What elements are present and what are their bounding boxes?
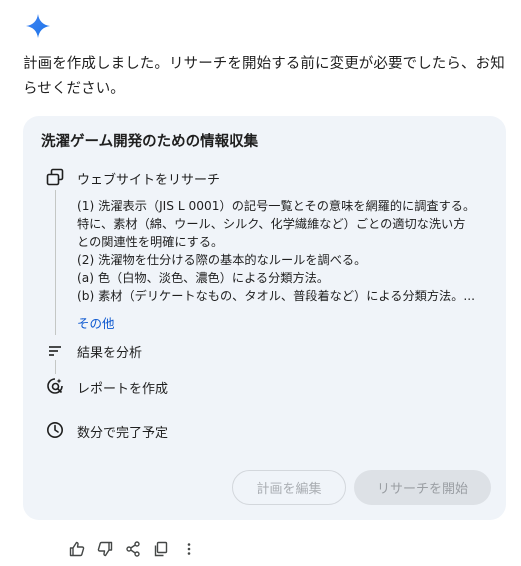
intro-line-2: らせください。 [23,81,125,97]
response-actions [67,538,207,560]
description-line: (1) 洗濯表示（JIS L 0001）の記号一覧とその意味を網羅的に調査する。 [77,199,476,213]
research-description: (1) 洗濯表示（JIS L 0001）の記号一覧とその意味を網羅的に調査する。… [77,197,492,305]
eta-label: 数分で完了予定 [77,426,169,441]
step-connector-line [55,190,56,335]
description-line: との関連性を明確にする。 [77,235,224,249]
assistant-message: 計画を作成しました。リサーチを開始する前に変更が必要でしたら、お知 らせください… [23,52,508,102]
copy-icon[interactable] [151,539,171,559]
description-line: 特に、素材（綿、ウール、シルク、化学繊維など）ごとの適切な洗い方 [77,217,466,231]
step-analyze-results: 結果を分析 [77,346,143,361]
step-connector-line [55,360,56,374]
create-report-icon [45,376,65,396]
description-line: (a) 色（白物、淡色、濃色）による分類方法。 [77,271,330,285]
research-plan-card: 洗濯ゲーム開発のための情報収集 ウェブサイトをリサーチ (1) 洗濯表示（JIS… [23,116,506,520]
description-line: (b) 素材（デリケートなもの、タオル、普段着など）による分類方法。... [77,289,476,303]
start-research-button[interactable]: リサーチを開始 [354,470,491,505]
show-more-link[interactable]: その他 [77,313,115,332]
clock-icon [45,420,65,440]
intro-line-1: 計画を作成しました。リサーチを開始する前に変更が必要でしたら、お知 [23,56,505,72]
thumbs-down-icon[interactable] [95,539,115,559]
website-research-icon [45,167,65,187]
edit-plan-button[interactable]: 計画を編集 [232,470,346,505]
more-vert-icon[interactable] [179,539,199,559]
thumbs-up-icon[interactable] [67,539,87,559]
analyze-results-icon [45,341,65,361]
plan-title: 洗濯ゲーム開発のための情報収集 [41,134,259,150]
description-line: (2) 洗濯物を仕分ける際の基本的なルールを調べる。 [77,253,367,267]
share-icon[interactable] [123,539,143,559]
gemini-sparkle-icon [25,13,51,39]
step-website-research: ウェブサイトをリサーチ [77,173,221,188]
step-create-report: レポートを作成 [77,382,169,397]
